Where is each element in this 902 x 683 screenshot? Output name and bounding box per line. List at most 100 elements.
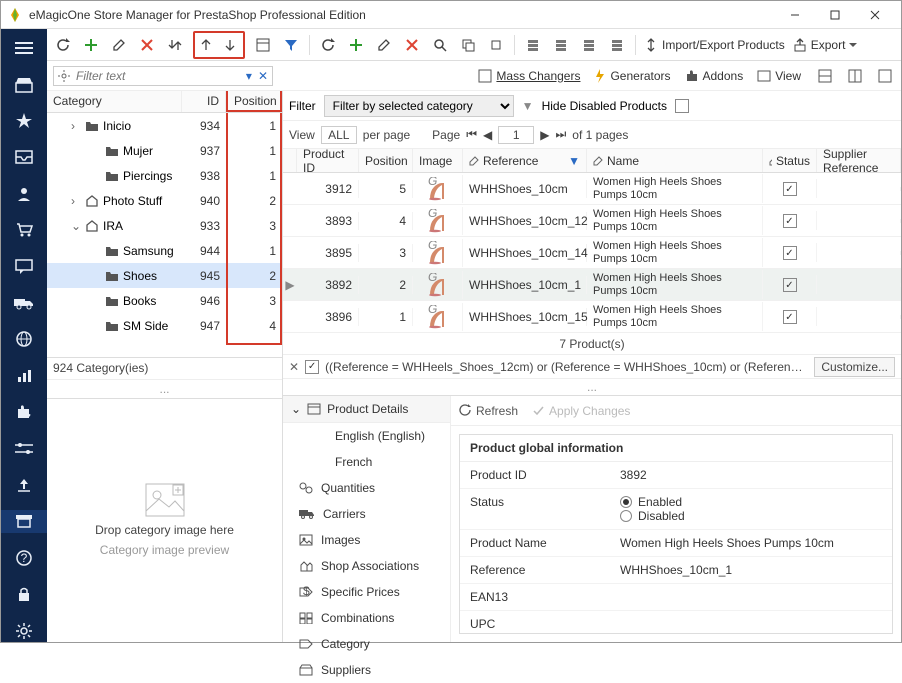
pgi-ref-value[interactable]: WHHShoes_10cm_1	[620, 563, 882, 577]
status-checkbox[interactable]: ✓	[783, 182, 797, 196]
funnel-icon[interactable]: ▼	[522, 99, 534, 113]
pager-last-icon[interactable]: ⏭	[555, 127, 566, 142]
clone-icon[interactable]	[486, 35, 506, 55]
swap-icon[interactable]	[165, 35, 185, 55]
stack-icon-3[interactable]	[579, 35, 599, 55]
image-drop-zone[interactable]: Drop category image here Category image …	[47, 398, 282, 643]
pgi-name-value[interactable]: Women High Heels Shoes Pumps 10cm	[620, 536, 882, 550]
refresh-icon[interactable]	[53, 35, 73, 55]
prod-add-icon[interactable]	[346, 35, 366, 55]
category-row[interactable]: Mujer9371	[47, 138, 282, 163]
layout-icon-1[interactable]	[815, 66, 835, 86]
detail-nav-item[interactable]: Carriers	[283, 501, 450, 527]
archive-icon[interactable]	[1, 510, 47, 532]
detail-nav-item[interactable]: Images	[283, 527, 450, 553]
edit-icon[interactable]	[109, 35, 129, 55]
copy-icon[interactable]	[458, 35, 478, 55]
gh-name[interactable]: Name	[587, 149, 763, 172]
minimize-button[interactable]	[775, 3, 815, 27]
menu-icon[interactable]	[1, 37, 47, 59]
gh-supplier-ref[interactable]: Supplier Reference	[817, 149, 901, 172]
star-icon[interactable]	[1, 110, 47, 132]
product-grid[interactable]: 39125GWHHShoes_10cmWomen High Heels Shoe…	[283, 173, 901, 333]
product-row[interactable]: 39125GWHHShoes_10cmWomen High Heels Shoe…	[283, 173, 901, 205]
refresh-button[interactable]: Refresh	[459, 404, 518, 418]
gh-position[interactable]: Position	[359, 149, 413, 172]
status-enabled-radio[interactable]: Enabled	[620, 495, 882, 509]
cart-icon[interactable]	[1, 219, 47, 241]
pager-all-select[interactable]: ALL	[321, 126, 357, 144]
gh-image[interactable]: Image	[413, 149, 463, 172]
status-disabled-radio[interactable]: Disabled	[620, 509, 882, 523]
customize-button[interactable]: Customize...	[814, 357, 895, 377]
category-row[interactable]: SM Side9474	[47, 313, 282, 338]
filter-text-input[interactable]	[76, 69, 240, 83]
plugin-icon[interactable]	[1, 401, 47, 423]
gear-icon[interactable]	[1, 620, 47, 642]
import-export-button[interactable]: Import/Export Products	[644, 38, 785, 52]
detail-nav-header[interactable]: ⌄ Product Details	[283, 396, 450, 423]
generators-button[interactable]: Generators	[594, 69, 674, 83]
globe-icon[interactable]	[1, 328, 47, 350]
detail-nav-item[interactable]: Quantities	[283, 475, 450, 501]
filter-funnel-icon[interactable]: ▾	[246, 69, 252, 83]
help-icon[interactable]: ?	[1, 547, 47, 569]
detail-nav-item[interactable]: Suppliers	[283, 657, 450, 683]
category-row[interactable]: ›Photo Stuff9402	[47, 188, 282, 213]
addons-button[interactable]: Addons	[685, 69, 748, 83]
hide-disabled-checkbox[interactable]	[675, 99, 689, 113]
pager-next-icon[interactable]: ▶	[540, 128, 549, 142]
detail-nav-item[interactable]: Category	[283, 631, 450, 657]
upload-icon[interactable]	[1, 474, 47, 496]
search-icon[interactable]	[430, 35, 450, 55]
filter-select[interactable]: Filter by selected category	[324, 95, 514, 117]
category-row[interactable]: ⌄IRA9333	[47, 213, 282, 238]
pgi-upc-value[interactable]	[620, 617, 882, 631]
user-icon[interactable]	[1, 183, 47, 205]
pgi-ean-value[interactable]	[620, 590, 882, 604]
category-list[interactable]: ›Inicio9341Mujer9371Piercings9381›Photo …	[47, 113, 282, 357]
close-button[interactable]	[855, 3, 895, 27]
prod-refresh-icon[interactable]	[318, 35, 338, 55]
category-row[interactable]: Books9463	[47, 288, 282, 313]
col-category[interactable]: Category	[47, 91, 182, 112]
category-row[interactable]: Shoes9452	[47, 263, 282, 288]
layout-icon-3[interactable]	[875, 66, 895, 86]
expand-icon[interactable]	[197, 35, 217, 55]
prod-edit-icon[interactable]	[374, 35, 394, 55]
col-id[interactable]: ID	[182, 91, 226, 112]
category-row[interactable]: Piercings9381	[47, 163, 282, 188]
stack-icon-2[interactable]	[551, 35, 571, 55]
status-checkbox[interactable]: ✓	[783, 246, 797, 260]
lock-icon[interactable]	[1, 583, 47, 605]
category-row[interactable]: Samsung9441	[47, 238, 282, 263]
gh-status[interactable]: Status	[763, 149, 817, 172]
add-icon[interactable]	[81, 35, 101, 55]
truck-icon[interactable]	[1, 292, 47, 314]
filter-icon[interactable]	[281, 35, 301, 55]
store-icon[interactable]	[1, 73, 47, 95]
chart-icon[interactable]	[1, 365, 47, 387]
layout-icon-2[interactable]	[845, 66, 865, 86]
filter-clear-icon[interactable]: ✕	[289, 360, 299, 374]
prod-delete-icon[interactable]	[402, 35, 422, 55]
gh-reference[interactable]: Reference▼	[463, 149, 587, 172]
product-row[interactable]: 38934GWHHShoes_10cm_12Women High Heels S…	[283, 205, 901, 237]
stack-icon-1[interactable]	[523, 35, 543, 55]
product-row[interactable]: ▶38922GWHHShoes_10cm_1Women High Heels S…	[283, 269, 901, 301]
maximize-button[interactable]	[815, 3, 855, 27]
mass-changers-button[interactable]: Mass Changers	[478, 69, 584, 83]
product-row[interactable]: 38961GWHHShoes_10cm_15Women High Heels S…	[283, 301, 901, 333]
status-checkbox[interactable]: ✓	[783, 278, 797, 292]
detail-nav-item[interactable]: $Specific Prices	[283, 579, 450, 605]
col-position[interactable]: Position	[226, 91, 282, 112]
chat-icon[interactable]	[1, 255, 47, 277]
gh-product-id[interactable]: Product ID	[297, 149, 359, 172]
delete-icon[interactable]	[137, 35, 157, 55]
export-button[interactable]: Export	[793, 38, 858, 52]
apply-changes-button[interactable]: Apply Changes	[532, 404, 630, 418]
view-button[interactable]: View	[757, 69, 805, 83]
inbox-icon[interactable]	[1, 146, 47, 168]
detail-nav-item[interactable]: French	[283, 449, 450, 475]
gear-small-icon[interactable]	[58, 70, 70, 82]
